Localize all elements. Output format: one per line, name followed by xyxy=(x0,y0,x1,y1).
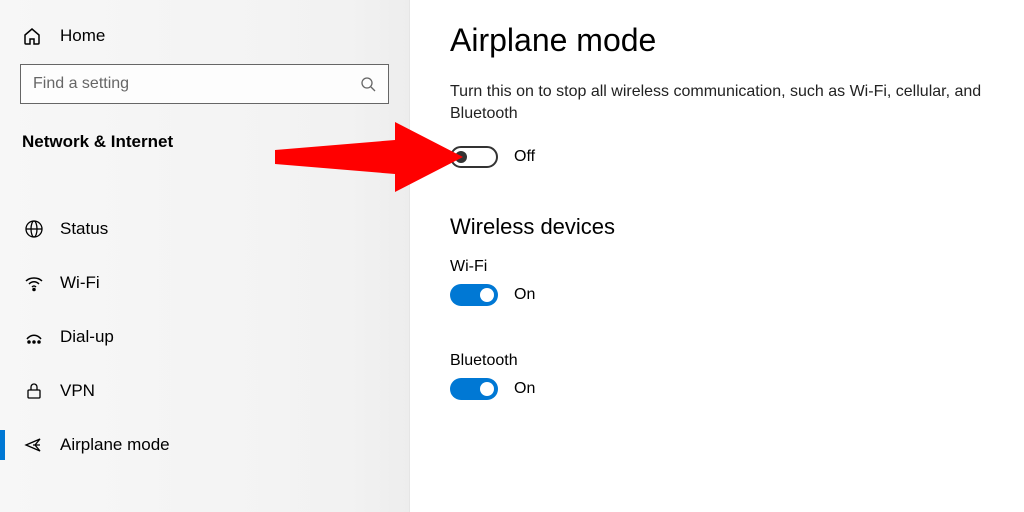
wifi-toggle-state: On xyxy=(514,286,535,304)
wifi-label: Wi-Fi xyxy=(450,258,1024,276)
sidebar-item-home[interactable]: Home xyxy=(0,20,409,64)
globe-icon xyxy=(22,219,46,239)
sidebar-item-wifi[interactable]: Wi-Fi xyxy=(0,256,409,310)
section-title: Network & Internet xyxy=(0,122,409,172)
sidebar: Home Network & Internet Status xyxy=(0,0,410,512)
search-box[interactable] xyxy=(20,64,389,104)
wifi-icon xyxy=(22,273,46,293)
home-label: Home xyxy=(60,26,105,46)
sidebar-item-airplane-mode[interactable]: Airplane mode xyxy=(0,418,409,472)
sidebar-item-status[interactable]: Status xyxy=(0,202,409,256)
sidebar-item-dialup[interactable]: Dial-up xyxy=(0,310,409,364)
airplane-toggle-row: Off xyxy=(450,146,1024,168)
main: Airplane mode Turn this on to stop all w… xyxy=(410,0,1024,512)
wifi-toggle[interactable] xyxy=(450,284,498,306)
wifi-block: Wi-Fi On xyxy=(450,258,1024,306)
vpn-icon xyxy=(22,381,46,401)
airplane-toggle-state: Off xyxy=(514,148,535,166)
sidebar-item-label: Status xyxy=(60,219,108,239)
bluetooth-block: Bluetooth On xyxy=(450,352,1024,400)
bluetooth-toggle[interactable] xyxy=(450,378,498,400)
sidebar-item-label: Airplane mode xyxy=(60,435,170,455)
bluetooth-toggle-state: On xyxy=(514,380,535,398)
sidebar-item-label: VPN xyxy=(60,381,95,401)
wireless-heading: Wireless devices xyxy=(450,214,1024,240)
search-input[interactable] xyxy=(33,75,360,93)
dialup-icon xyxy=(22,327,46,347)
bluetooth-label: Bluetooth xyxy=(450,352,1024,370)
page-description: Turn this on to stop all wireless commun… xyxy=(450,81,1010,126)
home-icon xyxy=(22,26,46,46)
sidebar-item-label: Wi-Fi xyxy=(60,273,100,293)
nav-list: Status Wi-Fi Dial-up xyxy=(0,202,409,472)
search-icon xyxy=(360,76,376,92)
sidebar-item-label: Dial-up xyxy=(60,327,114,347)
sidebar-item-vpn[interactable]: VPN xyxy=(0,364,409,418)
page-title: Airplane mode xyxy=(450,22,1024,59)
airplane-icon xyxy=(22,435,46,455)
airplane-toggle[interactable] xyxy=(450,146,498,168)
